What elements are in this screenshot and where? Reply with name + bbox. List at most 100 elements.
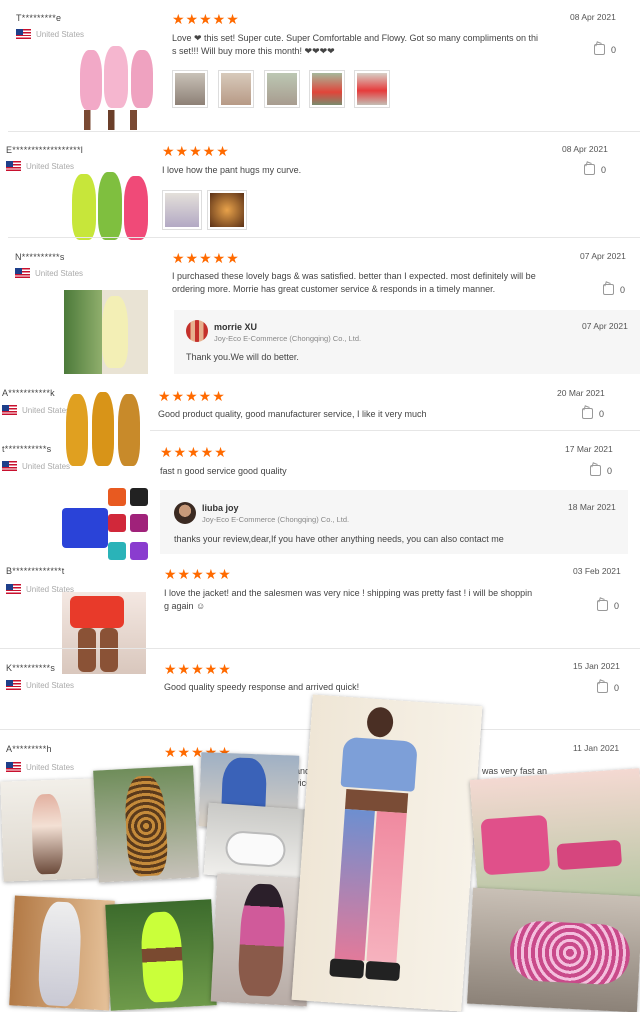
reply-date: 07 Apr 2021 xyxy=(582,321,628,331)
review-divider xyxy=(8,237,640,238)
reviewer-name: T*********e xyxy=(16,13,62,23)
product-model-image xyxy=(62,390,144,468)
like-button[interactable]: 0 xyxy=(597,600,619,611)
collage-photo xyxy=(93,765,199,883)
review-date: 03 Feb 2021 xyxy=(573,566,621,576)
us-flag-icon xyxy=(15,268,30,278)
us-flag-icon xyxy=(2,405,17,415)
collage-photo xyxy=(9,895,115,1011)
reviewer-name: A*********h xyxy=(6,744,52,754)
rating-stars: ★★★★★ xyxy=(160,444,228,460)
like-button[interactable]: 0 xyxy=(590,465,612,476)
rating-stars: ★★★★★ xyxy=(158,388,226,404)
reviewer-country: United States xyxy=(16,29,84,39)
thumbs-up-icon xyxy=(597,600,608,611)
reply-text: thanks your review,dear,If you have othe… xyxy=(174,534,504,544)
seller-reply: liuba joy Joy-Eco E-Commerce (Chongqing)… xyxy=(160,490,628,554)
like-count: 0 xyxy=(611,44,617,55)
review-text-line: I love the jacket! and the salesmen was … xyxy=(164,588,533,598)
us-flag-icon xyxy=(2,461,17,471)
rating-stars: ★★★★★ xyxy=(172,11,240,27)
review-photo-thumb[interactable] xyxy=(309,70,345,108)
product-model-image xyxy=(64,290,148,374)
thumbs-up-icon xyxy=(594,44,605,55)
thumbs-up-icon xyxy=(584,164,595,175)
review-photo-thumb[interactable] xyxy=(162,190,202,230)
collage-photo xyxy=(203,802,307,882)
us-flag-icon xyxy=(6,762,21,772)
review-text-line: I purchased these lovely bags & was sati… xyxy=(172,271,536,281)
seller-store: Joy-Eco E-Commerce (Chongqing) Co., Ltd. xyxy=(202,515,350,524)
product-model-image xyxy=(60,486,150,568)
like-button[interactable]: 0 xyxy=(594,44,616,55)
collage-photo xyxy=(0,778,98,882)
rating-stars: ★★★★★ xyxy=(162,143,230,159)
seller-name: liuba joy xyxy=(202,503,239,513)
like-button[interactable]: 0 xyxy=(603,284,625,295)
reviewer-country: United States xyxy=(2,405,70,415)
review-text-line: Love ❤ this set! Super cute. Super Comfo… xyxy=(172,33,539,43)
review-divider xyxy=(8,131,640,132)
like-count: 0 xyxy=(620,284,626,295)
review-text-line: Good quality speedy response and arrived… xyxy=(164,682,360,692)
reply-date: 18 Mar 2021 xyxy=(568,502,616,512)
reply-text: Thank you.We will do better. xyxy=(186,352,299,362)
review-photo-thumb[interactable] xyxy=(354,70,390,108)
like-count: 0 xyxy=(614,600,620,611)
like-count: 0 xyxy=(607,465,613,476)
review-text-line: Good product quality, good manufacturer … xyxy=(158,409,427,419)
reviewer-name: E******************l xyxy=(6,145,84,155)
reviewer-country: United States xyxy=(2,461,70,471)
like-count: 0 xyxy=(614,682,620,693)
thumbs-up-icon xyxy=(597,682,608,693)
us-flag-icon xyxy=(16,29,31,39)
thumbs-up-icon xyxy=(603,284,614,295)
collage-photo xyxy=(105,899,217,1011)
seller-name: morrie XU xyxy=(214,322,258,332)
rating-stars: ★★★★★ xyxy=(164,661,232,677)
review-date: 07 Apr 2021 xyxy=(580,251,626,261)
product-model-image xyxy=(68,170,152,244)
country-label: United States xyxy=(35,268,84,278)
us-flag-icon xyxy=(6,584,21,594)
reviewer-name: t***********s xyxy=(2,444,52,454)
like-button[interactable]: 0 xyxy=(584,164,606,175)
review-text-line: s set!!! Will buy more this month! ❤❤❤❤ xyxy=(172,46,335,56)
review-text-line: g again ☺ xyxy=(164,601,206,611)
us-flag-icon xyxy=(6,680,21,690)
seller-avatar xyxy=(186,320,208,342)
thumbs-up-icon xyxy=(590,465,601,476)
review-photo-thumb[interactable] xyxy=(207,190,247,230)
collage-photo-main xyxy=(291,694,483,1012)
reviewer-name: N**********s xyxy=(15,252,65,262)
country-label: United States xyxy=(26,762,75,772)
seller-store: Joy-Eco E-Commerce (Chongqing) Co., Ltd. xyxy=(214,334,362,343)
rating-stars: ★★★★★ xyxy=(172,250,240,266)
reviewer-name: A***********k xyxy=(2,388,55,398)
country-label: United States xyxy=(26,680,75,690)
country-label: United States xyxy=(22,461,71,471)
seller-reply: morrie XU Joy-Eco E-Commerce (Chongqing)… xyxy=(174,310,640,374)
review-photo-thumb[interactable] xyxy=(218,70,254,108)
reviewer-name: B*************t xyxy=(6,566,65,576)
reviewer-country: United States xyxy=(6,161,74,171)
review-divider xyxy=(150,430,640,431)
reviewer-name: K**********s xyxy=(6,663,56,673)
review-date: 17 Mar 2021 xyxy=(565,444,613,454)
us-flag-icon xyxy=(6,161,21,171)
product-model-image xyxy=(62,592,146,674)
thumbs-up-icon xyxy=(582,408,593,419)
review-photo-thumb[interactable] xyxy=(172,70,208,108)
reviewer-country: United States xyxy=(6,762,74,772)
like-count: 0 xyxy=(601,164,607,175)
review-divider xyxy=(0,648,640,649)
like-button[interactable]: 0 xyxy=(597,682,619,693)
like-button[interactable]: 0 xyxy=(582,408,604,419)
review-text-line: I love how the pant hugs my curve. xyxy=(162,165,302,175)
seller-avatar xyxy=(174,502,196,524)
review-photo-thumb[interactable] xyxy=(264,70,300,108)
rating-stars: ★★★★★ xyxy=(164,566,232,582)
review-date: 20 Mar 2021 xyxy=(557,388,605,398)
reviewer-country: United States xyxy=(15,268,83,278)
review-text-line: fast n good service good quality xyxy=(160,466,287,476)
